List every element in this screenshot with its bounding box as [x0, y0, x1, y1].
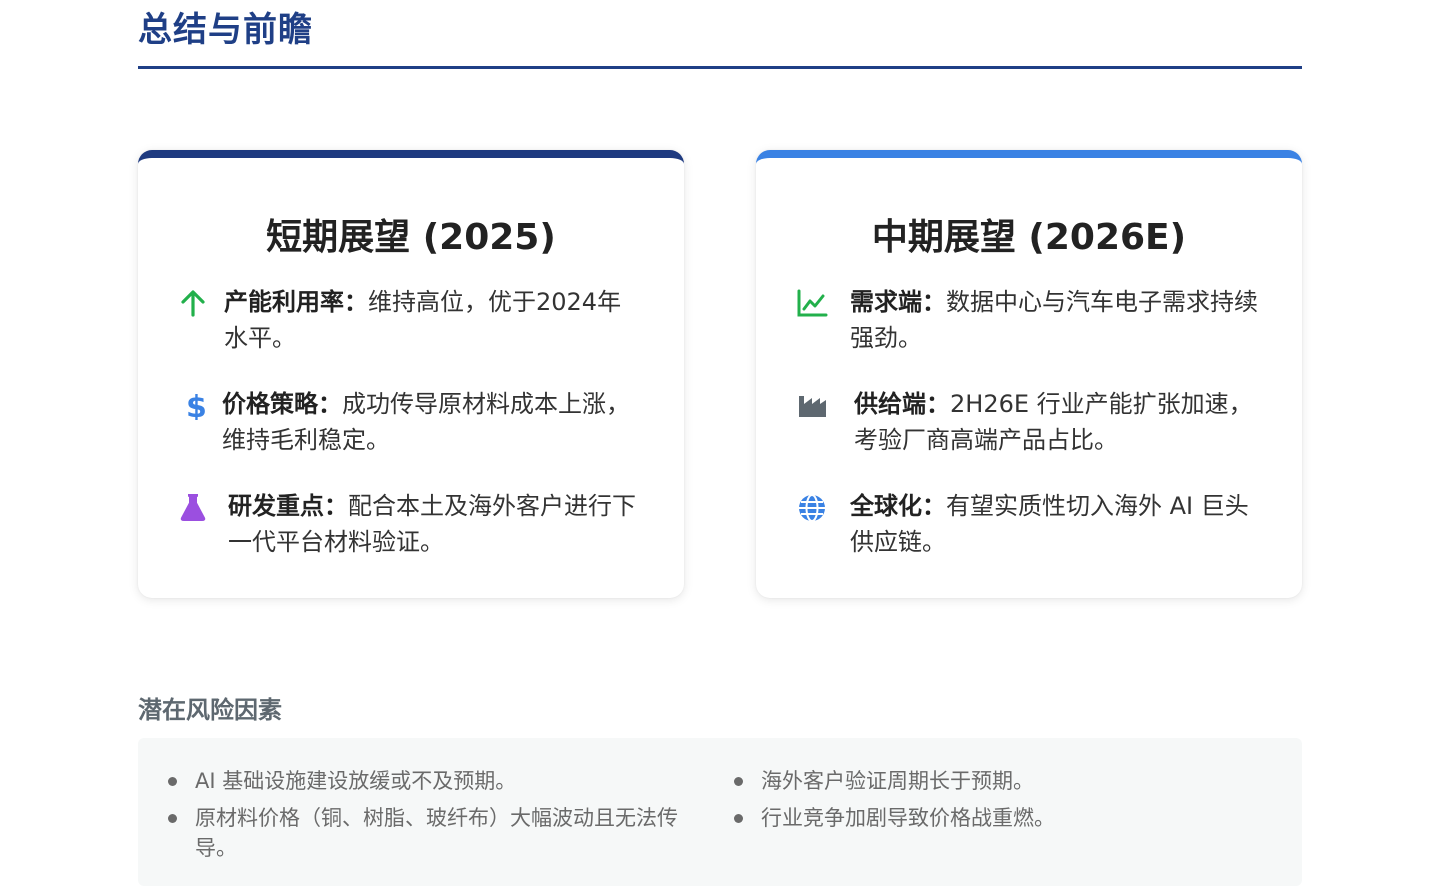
card-title: 中期展望 (2026E)	[871, 217, 1187, 258]
title-divider	[138, 66, 1302, 69]
bullet-icon	[734, 777, 743, 786]
item-label: 全球化：	[850, 492, 946, 520]
risk-section-title: 潜在风险因素	[138, 696, 282, 724]
bullet-icon	[168, 814, 177, 823]
list-item: 供给端：2H26E 行业产能扩张加速，考验厂商高端产品占比。	[796, 386, 1262, 458]
short-term-outlook-card: 短期展望 (2025) 产能利用率：维持高位，优于2024年水平。 $ 价格策略…	[138, 150, 684, 598]
item-label: 需求端：	[850, 288, 946, 316]
page-title: 总结与前瞻	[138, 10, 313, 50]
item-label: 价格策略：	[222, 390, 342, 418]
list-item: 产能利用率：维持高位，优于2024年水平。	[178, 284, 644, 356]
bullet-icon	[734, 814, 743, 823]
arrow-up-icon	[178, 288, 208, 318]
risk-list-box: AI 基础设施建设放缓或不及预期。 原材料价格（铜、树脂、玻纤布）大幅波动且无法…	[138, 738, 1302, 886]
risk-text: 行业竞争加剧导致价格战重燃。	[761, 806, 1055, 830]
factory-icon	[796, 390, 826, 420]
risk-text: AI 基础设施建设放缓或不及预期。	[195, 769, 517, 793]
risk-text: 海外客户验证周期长于预期。	[761, 769, 1034, 793]
list-item: $ 价格策略：成功传导原材料成本上涨，维持毛利稳定。	[178, 386, 644, 458]
dollar-icon: $	[178, 390, 208, 425]
list-item: 需求端：数据中心与汽车电子需求持续强劲。	[796, 284, 1262, 356]
risk-text: 原材料价格（铜、树脂、玻纤布）大幅波动且无法传导。	[195, 806, 678, 860]
mid-term-outlook-card: 中期展望 (2026E) 需求端：数据中心与汽车电子需求持续强劲。 供给端：2H…	[756, 150, 1302, 598]
svg-text:$: $	[186, 390, 207, 420]
list-item: 研发重点：配合本土及海外客户进行下一代平台材料验证。	[178, 488, 644, 560]
list-item: 全球化：有望实质性切入海外 AI 巨头供应链。	[796, 488, 1262, 560]
flask-icon	[178, 492, 208, 522]
risk-item: 行业竞争加剧导致价格战重燃。	[734, 803, 1254, 833]
risk-column-left: AI 基础设施建设放缓或不及预期。 原材料价格（铜、树脂、玻纤布）大幅波动且无法…	[168, 766, 688, 870]
item-label: 供给端：	[854, 390, 950, 418]
item-label: 产能利用率：	[224, 288, 368, 316]
line-chart-icon	[796, 288, 828, 318]
card-title: 短期展望 (2025)	[266, 217, 556, 258]
item-label: 研发重点：	[228, 492, 348, 520]
risk-item: 海外客户验证周期长于预期。	[734, 766, 1254, 796]
risk-item: AI 基础设施建设放缓或不及预期。	[168, 766, 688, 796]
bullet-icon	[168, 777, 177, 786]
globe-icon	[796, 492, 826, 522]
risk-column-right: 海外客户验证周期长于预期。 行业竞争加剧导致价格战重燃。	[734, 766, 1254, 840]
risk-item: 原材料价格（铜、树脂、玻纤布）大幅波动且无法传导。	[168, 803, 688, 863]
